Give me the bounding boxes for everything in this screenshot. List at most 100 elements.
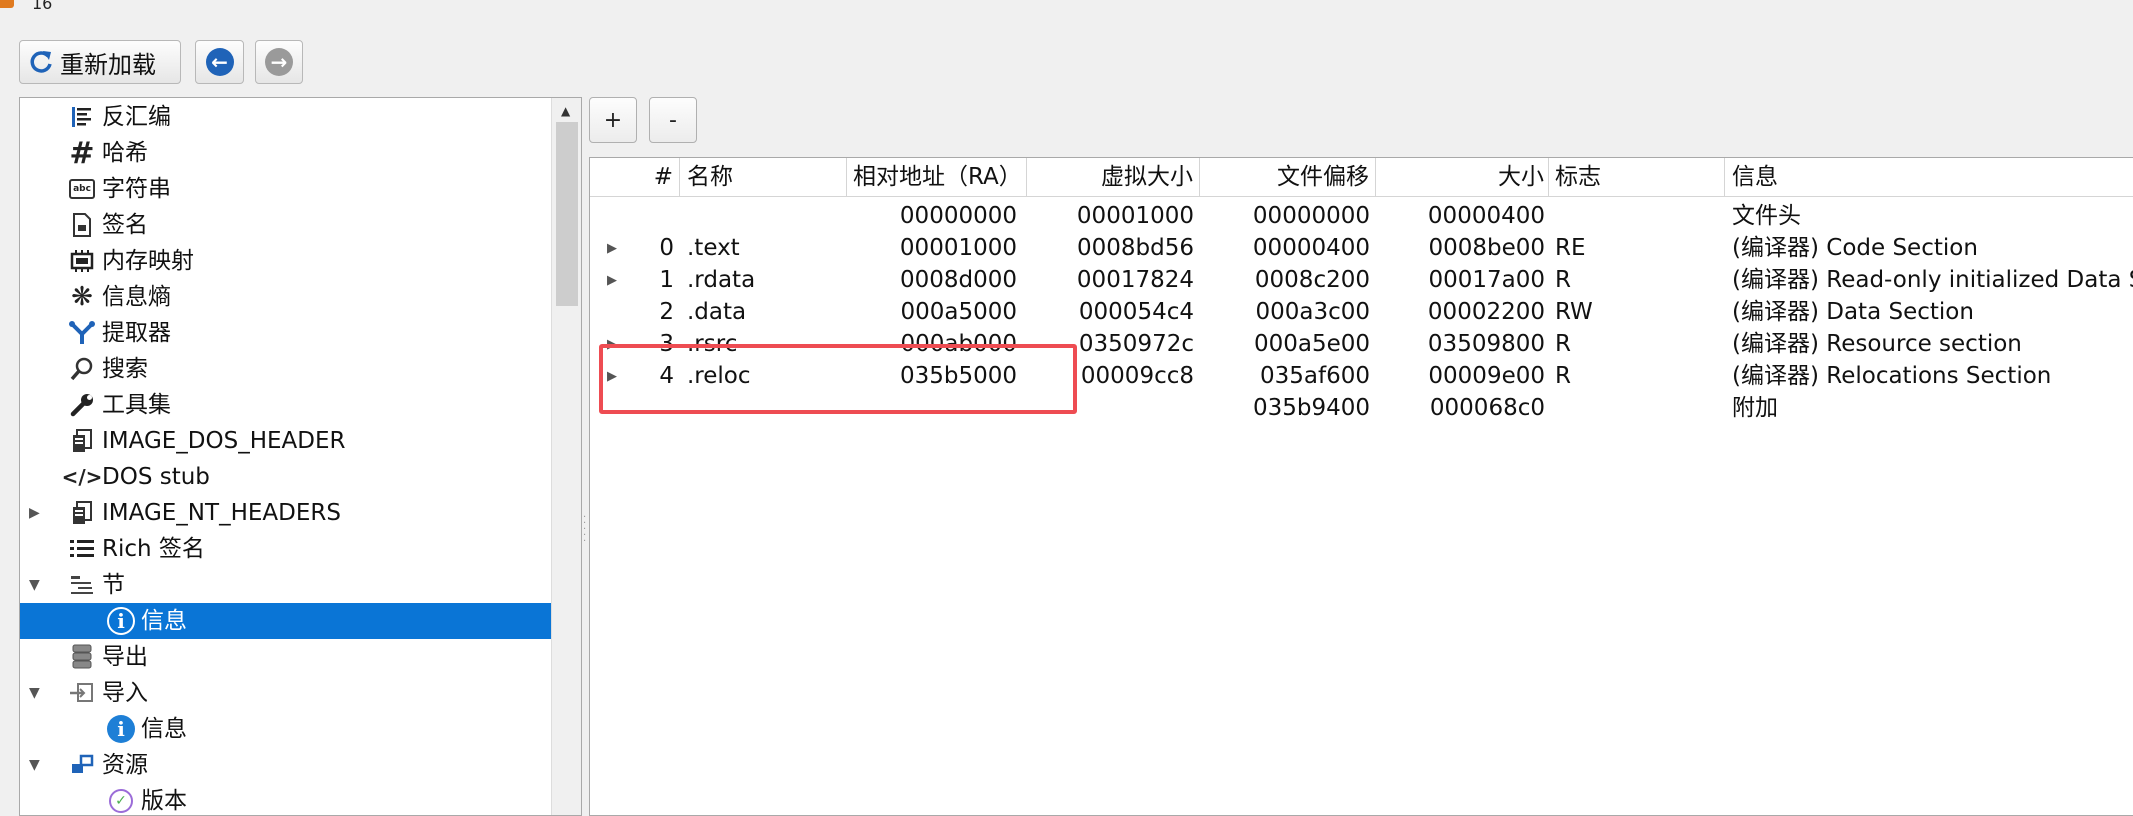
collapse-arrow-icon[interactable]: ▼: [29, 758, 43, 772]
sections-icon: [67, 570, 97, 600]
cell-file-offset: 000a3c00: [1255, 299, 1370, 325]
tree-item-image-dos-header[interactable]: IMAGE_DOS_HEADER: [20, 423, 552, 459]
collapse-all-button[interactable]: -: [649, 97, 697, 143]
expand-all-button[interactable]: +: [589, 97, 637, 143]
cell-flags: RE: [1555, 235, 1586, 261]
cell-virtual-size: [1027, 392, 1194, 424]
column-header-ra[interactable]: 相对地址（RA）: [847, 158, 1027, 196]
cell-file-offset: 0008c200: [1254, 267, 1370, 293]
column-header-file-offset[interactable]: 文件偏移: [1200, 158, 1376, 196]
cell-virtual-size: 00009cc8: [1080, 363, 1194, 389]
table-row[interactable]: 035b9400 000068c0 附加: [590, 392, 2133, 424]
tree-item-label: 哈希: [102, 140, 148, 166]
reload-label: 重新加载: [60, 50, 156, 79]
forward-button[interactable]: →: [255, 40, 303, 84]
signature-icon: [67, 210, 97, 240]
navigation-tree[interactable]: 反汇编 # 哈希 abc 字符串 签名 内存映射 ❋ 信息熵 提取器 搜索 工具…: [19, 97, 582, 816]
table-row[interactable]: 2 .data 000a5000 000054c4 000a3c00 00002…: [590, 296, 2133, 328]
table-row[interactable]: 00000000 00001000 00000000 00000400 文件头: [590, 200, 2133, 232]
tree-item-label: DOS stub: [102, 464, 210, 490]
disassembly-icon: [67, 102, 97, 132]
cell-index: [590, 392, 674, 424]
tree-item-strings[interactable]: abc 字符串: [20, 171, 552, 207]
window-title: 16: [32, 0, 53, 13]
table-row[interactable]: ▶ 3 .rsrc 000ab000 0350972c 000a5e00 035…: [590, 328, 2133, 360]
cell-flags: RW: [1555, 299, 1593, 325]
code-icon: </>: [61, 465, 103, 489]
tree-item-label: 搜索: [102, 356, 148, 382]
cell-file-offset: 035b9400: [1252, 395, 1370, 421]
table-row[interactable]: ▶ 4 .reloc 035b5000 00009cc8 035af600 00…: [590, 360, 2133, 392]
column-header-info[interactable]: 信息: [1725, 158, 2133, 196]
tree-item-memory-map[interactable]: 内存映射: [20, 243, 552, 279]
app-icon: [0, 0, 14, 8]
tree-item-label: 信息: [141, 716, 187, 742]
cell-index: 0: [659, 235, 674, 261]
tree-item-label: 资源: [102, 752, 148, 778]
cell-index: [590, 200, 674, 232]
tree-item-entropy[interactable]: ❋ 信息熵: [20, 279, 552, 315]
tree-item-dos-stub[interactable]: </> DOS stub: [20, 459, 552, 495]
table-header: # 名称 相对地址（RA） 虚拟大小 文件偏移 大小 标志 信息: [590, 158, 2133, 197]
splitter-handle[interactable]: · · · · ·: [583, 513, 587, 547]
search-icon: [67, 354, 97, 384]
scroll-thumb[interactable]: [556, 122, 578, 306]
hash-icon: #: [69, 135, 95, 171]
tree-item-hash[interactable]: # 哈希: [20, 135, 552, 171]
column-header-virtual-size[interactable]: 虚拟大小: [1027, 158, 1200, 196]
tree-item-label: 信息熵: [102, 284, 171, 310]
tree-item-tools[interactable]: 工具集: [20, 387, 552, 423]
cell-index: 4: [659, 363, 674, 389]
column-header-size[interactable]: 大小: [1376, 158, 1549, 196]
header-icon: [67, 498, 97, 528]
cell-virtual-size: 0008bd56: [1077, 235, 1194, 261]
column-header-name[interactable]: 名称: [680, 158, 847, 196]
cell-ra: 00000000: [899, 203, 1017, 229]
table-row[interactable]: ▶ 0 .text 00001000 0008bd56 00000400 000…: [590, 232, 2133, 264]
tree-item-image-nt-headers[interactable]: ▶ IMAGE_NT_HEADERS: [20, 495, 552, 531]
tree-item-rich-signature[interactable]: Rich 签名: [20, 531, 552, 567]
cell-ra: 035b5000: [899, 363, 1017, 389]
column-header-flags[interactable]: 标志: [1549, 158, 1725, 196]
tree-item-search[interactable]: 搜索: [20, 351, 552, 387]
cell-info: 附加: [1732, 395, 1778, 421]
cell-ra: 00001000: [899, 235, 1017, 261]
cell-ra: [847, 392, 1017, 424]
cell-virtual-size: 0350972c: [1078, 331, 1194, 357]
tree-item-resources[interactable]: ▼ 资源: [20, 747, 552, 783]
tree-item-sections[interactable]: ▼ 节: [20, 567, 552, 603]
tree-item-version[interactable]: ✓ 版本: [20, 783, 552, 815]
sections-table[interactable]: # 名称 相对地址（RA） 虚拟大小 文件偏移 大小 标志 信息 0000000…: [589, 157, 2133, 816]
tree-item-import[interactable]: ▼ 导入: [20, 675, 552, 711]
back-button[interactable]: ←: [195, 40, 244, 84]
memory-map-icon: [67, 246, 97, 276]
tree-item-sections-info[interactable]: i 信息: [20, 603, 552, 639]
back-arrow-icon: ←: [205, 48, 234, 76]
cell-info: (编译器) Read-only initialized Data Se: [1732, 267, 2133, 293]
column-header-index[interactable]: #: [590, 158, 680, 196]
tree-item-signature[interactable]: 签名: [20, 207, 552, 243]
tree-item-export[interactable]: 导出: [20, 639, 552, 675]
tree-scrollbar[interactable]: ▲: [551, 98, 581, 815]
cell-flags: R: [1555, 363, 1571, 389]
reload-button[interactable]: 重新加载: [19, 40, 181, 84]
cell-file-offset: 035af600: [1260, 363, 1370, 389]
cell-ra: 000a5000: [900, 299, 1017, 325]
tree-item-label: 版本: [141, 788, 187, 814]
list-icon: [67, 534, 97, 564]
cell-name: .rsrc: [687, 331, 738, 357]
version-icon: ✓: [106, 786, 136, 815]
tree-item-label: IMAGE_DOS_HEADER: [102, 428, 346, 454]
table-row[interactable]: ▶ 1 .rdata 0008d000 00017824 0008c200 00…: [590, 264, 2133, 296]
collapse-arrow-icon[interactable]: ▼: [29, 578, 43, 592]
cell-file-offset: 000a5e00: [1253, 331, 1370, 357]
cell-info: 文件头: [1732, 203, 1801, 229]
collapse-arrow-icon[interactable]: ▼: [29, 686, 43, 700]
expand-arrow-icon[interactable]: ▶: [29, 506, 43, 520]
cell-name: .rdata: [687, 267, 756, 293]
tree-item-disassembly[interactable]: 反汇编: [20, 99, 552, 135]
tree-item-extractor[interactable]: 提取器: [20, 315, 552, 351]
scroll-up-icon[interactable]: ▲: [561, 104, 570, 118]
resources-icon: [67, 750, 97, 780]
tree-item-import-info[interactable]: i 信息: [20, 711, 552, 747]
